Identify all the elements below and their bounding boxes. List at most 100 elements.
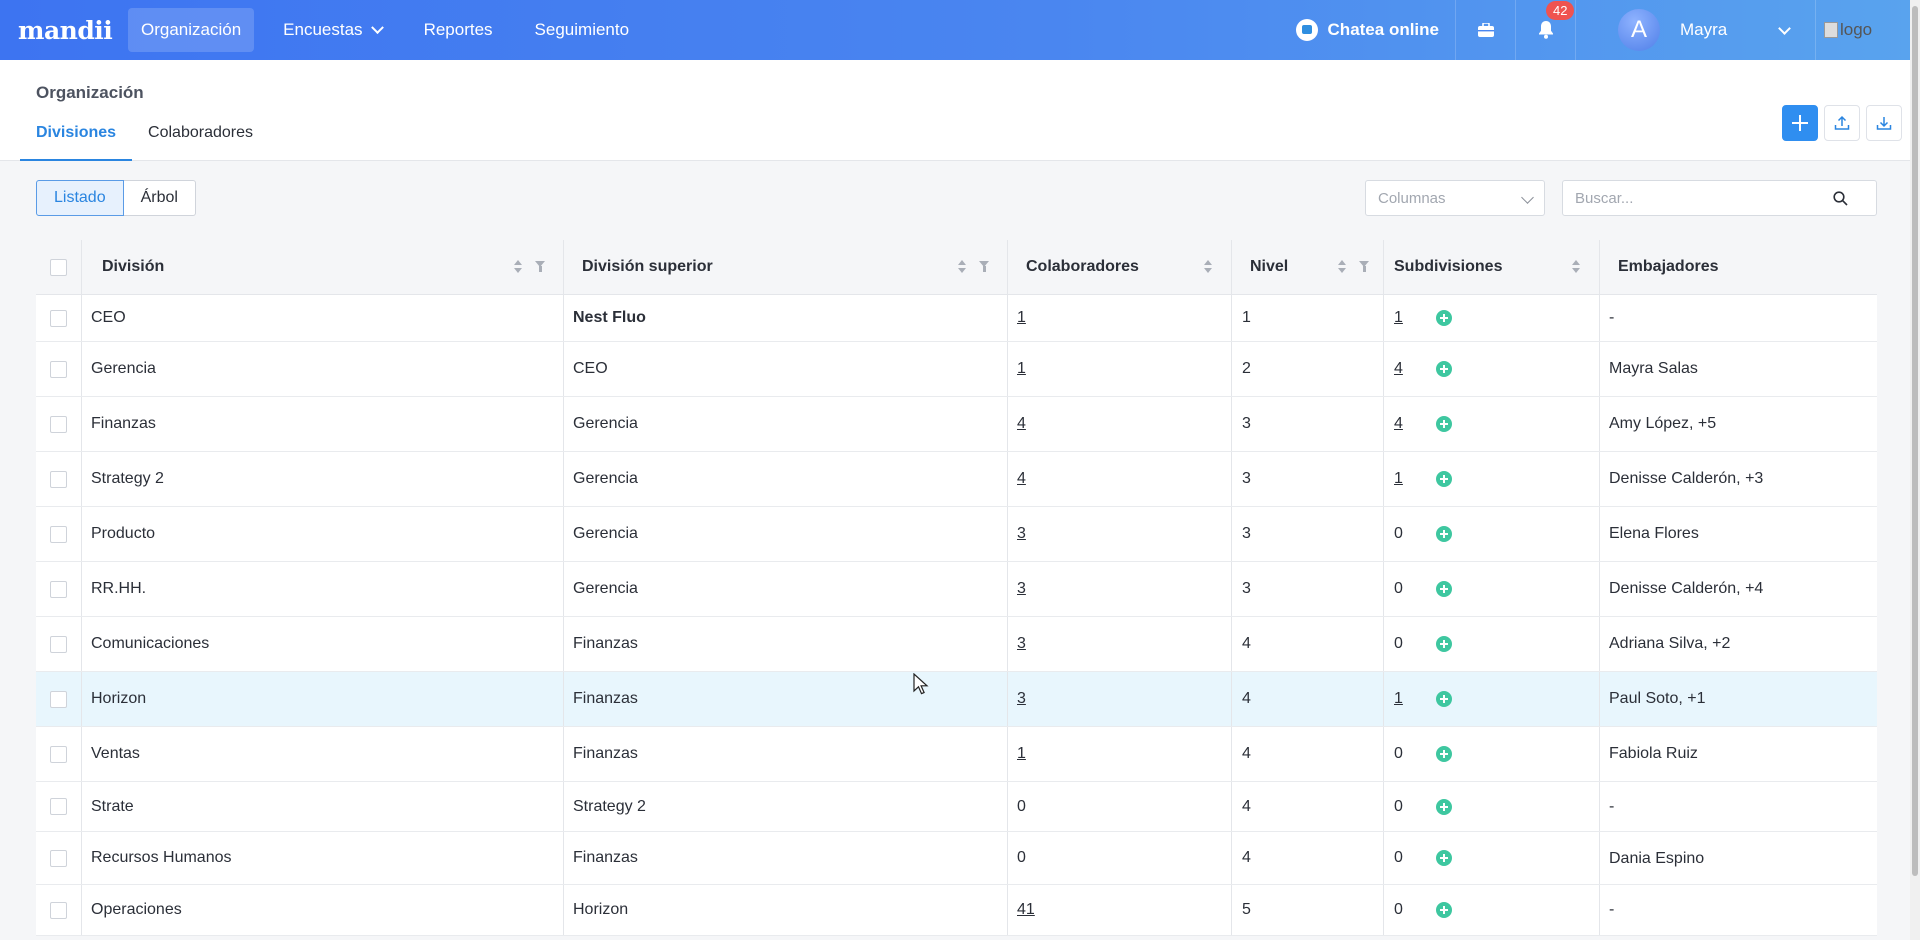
nav-item-seguimiento[interactable]: Seguimiento <box>522 8 643 52</box>
tab-bar: Divisiones Colaboradores <box>20 123 269 161</box>
embajadores-value: Mayra Salas <box>1609 360 1698 377</box>
scrollbar-thumb[interactable] <box>1912 6 1918 876</box>
app-logo[interactable]: mandii <box>18 16 128 45</box>
nivel-cell: 5 <box>1231 885 1383 935</box>
briefcase-icon <box>1477 23 1494 37</box>
row-checkbox[interactable] <box>50 415 67 433</box>
upload-button[interactable] <box>1824 105 1860 141</box>
header-division[interactable]: División <box>81 240 563 294</box>
table-row[interactable]: Ventas Finanzas 1 4 0 Fabiola Ruiz <box>36 727 1877 782</box>
table-row[interactable]: Horizon Finanzas 3 4 1 Paul Soto, +1 <box>36 672 1877 727</box>
download-button[interactable] <box>1866 105 1902 141</box>
table-row[interactable]: Producto Gerencia 3 3 0 Elena Flores <box>36 507 1877 562</box>
tab-colaboradores[interactable]: Colaboradores <box>132 123 269 161</box>
sort-icon[interactable] <box>1338 260 1346 276</box>
row-checkbox[interactable] <box>50 635 67 653</box>
add-subdivision-icon[interactable] <box>1436 636 1452 652</box>
nav-item-organizacion[interactable]: Organización <box>128 8 255 52</box>
table-row[interactable]: Recursos Humanos Finanzas 0 4 0 Dania Espino <box>36 832 1877 885</box>
view-arbol-button[interactable]: Árbol <box>123 180 196 216</box>
add-subdivision-icon[interactable] <box>1436 691 1452 707</box>
briefcase-button[interactable] <box>1456 0 1516 60</box>
colaboradores-count[interactable]: 1 <box>1017 309 1026 327</box>
row-checkbox[interactable] <box>50 849 67 867</box>
add-subdivision-icon[interactable] <box>1436 471 1452 487</box>
add-subdivision-icon[interactable] <box>1436 526 1452 542</box>
page-title: Organización <box>36 83 144 102</box>
search-input[interactable] <box>1563 189 1833 207</box>
row-checkbox[interactable] <box>50 798 67 815</box>
table-row[interactable]: Comunicaciones Finanzas 3 4 0 Adriana Silva, … <box>36 617 1877 672</box>
subdivisiones-count[interactable]: 1 <box>1394 690 1403 707</box>
embajadores-cell: Dania Espino <box>1599 832 1877 884</box>
filter-icon[interactable] <box>1359 261 1370 272</box>
filter-icon[interactable] <box>979 261 990 272</box>
add-subdivision-icon[interactable] <box>1436 798 1452 815</box>
header-subdivisiones[interactable]: Subdivisiones <box>1383 240 1599 294</box>
add-subdivision-icon[interactable] <box>1436 361 1452 377</box>
user-menu[interactable]: A Mayra <box>1576 0 1816 60</box>
columns-select[interactable]: Columnas <box>1365 180 1545 216</box>
filter-icon[interactable] <box>535 261 546 272</box>
search-icon[interactable] <box>1833 190 1848 206</box>
colaboradores-count[interactable]: 3 <box>1017 525 1026 543</box>
header-colaboradores[interactable]: Colaboradores <box>1007 240 1231 294</box>
subdivisiones-count[interactable]: 1 <box>1394 470 1403 487</box>
table-row[interactable]: Strategy 2 Gerencia 4 3 1 Denisse Calderón, +… <box>36 452 1877 507</box>
table-row[interactable]: Strate Strategy 2 0 4 0 - <box>36 782 1877 832</box>
row-checkbox[interactable] <box>50 690 67 708</box>
chat-online-button[interactable]: Chatea online <box>1280 0 1456 60</box>
add-subdivision-icon[interactable] <box>1436 581 1452 597</box>
subdivisiones-count[interactable]: 4 <box>1394 360 1403 377</box>
colaboradores-count[interactable]: 3 <box>1017 635 1026 653</box>
subdivisiones-count[interactable]: 1 <box>1394 309 1403 326</box>
add-division-button[interactable] <box>1782 105 1818 141</box>
colaboradores-count[interactable]: 4 <box>1017 415 1026 433</box>
select-all-checkbox[interactable] <box>50 258 67 276</box>
colaboradores-cell: 1 <box>1007 295 1231 341</box>
sort-icon[interactable] <box>1572 260 1580 276</box>
colaboradores-count[interactable]: 1 <box>1017 360 1026 378</box>
row-checkbox[interactable] <box>50 580 67 598</box>
row-checkbox[interactable] <box>50 309 67 327</box>
table-row[interactable]: Operaciones Horizon 41 5 0 - <box>36 885 1877 936</box>
add-subdivision-icon[interactable] <box>1436 902 1452 918</box>
nivel-cell: 3 <box>1231 507 1383 561</box>
sort-icon[interactable] <box>1204 260 1212 276</box>
row-checkbox[interactable] <box>50 901 67 919</box>
header-nivel[interactable]: Nivel <box>1231 240 1383 294</box>
nivel-value: 4 <box>1242 849 1251 866</box>
header-label: Nivel <box>1250 258 1289 275</box>
row-checkbox[interactable] <box>50 360 67 378</box>
nivel-value: 4 <box>1242 635 1251 652</box>
sort-icon[interactable] <box>958 260 966 276</box>
sort-icon[interactable] <box>514 260 522 276</box>
superior-cell: Finanzas <box>563 672 1007 726</box>
table-row[interactable]: RR.HH. Gerencia 3 3 0 Denisse Calderón, +4 <box>36 562 1877 617</box>
row-checkbox[interactable] <box>50 525 67 543</box>
colaboradores-count[interactable]: 1 <box>1017 745 1026 763</box>
tab-divisiones[interactable]: Divisiones <box>20 123 133 161</box>
subdivisiones-count[interactable]: 4 <box>1394 415 1403 432</box>
table-row[interactable]: Gerencia CEO 1 2 4 Mayra Salas <box>36 342 1877 397</box>
table-row[interactable]: Finanzas Gerencia 4 3 4 Amy López, +5 <box>36 397 1877 452</box>
add-subdivision-icon[interactable] <box>1436 746 1452 762</box>
page-scrollbar[interactable] <box>1910 0 1920 940</box>
colaboradores-count[interactable]: 41 <box>1017 901 1035 919</box>
row-checkbox[interactable] <box>50 470 67 488</box>
colaboradores-count[interactable]: 3 <box>1017 580 1026 598</box>
add-subdivision-icon[interactable] <box>1436 850 1452 866</box>
colaboradores-count[interactable]: 4 <box>1017 470 1026 488</box>
add-subdivision-icon[interactable] <box>1436 416 1452 432</box>
nav-item-encuestas[interactable]: Encuestas <box>270 8 394 52</box>
view-listado-button[interactable]: Listado <box>36 180 124 216</box>
colaboradores-count[interactable]: 3 <box>1017 690 1026 708</box>
table-row[interactable]: CEO Nest Fluo 1 1 1 - <box>36 295 1877 342</box>
embajadores-value: Denisse Calderón, +3 <box>1609 470 1764 487</box>
notifications-button[interactable]: 42 <box>1516 0 1576 60</box>
row-checkbox[interactable] <box>50 745 67 763</box>
header-division-superior[interactable]: División superior <box>563 240 1007 294</box>
superior-name: Horizon <box>573 901 629 918</box>
add-subdivision-icon[interactable] <box>1436 310 1452 326</box>
nav-item-reportes[interactable]: Reportes <box>411 8 506 52</box>
